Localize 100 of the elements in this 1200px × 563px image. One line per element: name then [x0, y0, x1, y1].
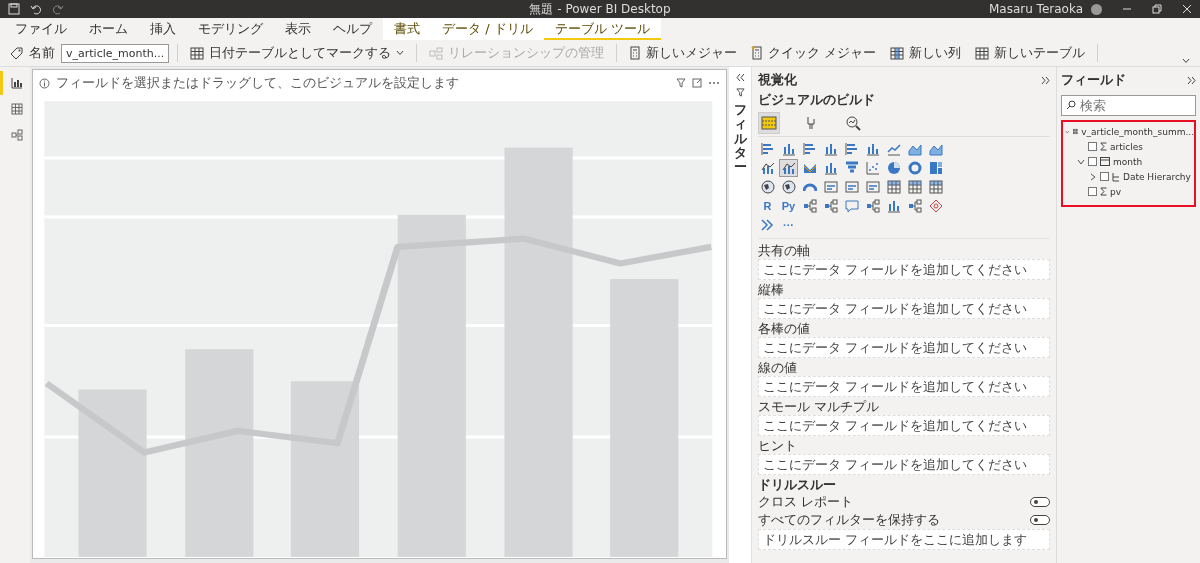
menu-tab[interactable]: ヘルプ — [322, 18, 383, 40]
menu-tab[interactable]: ファイル — [4, 18, 78, 40]
close-icon[interactable] — [1182, 4, 1192, 14]
drop-zone[interactable]: ここにデータ フィールドを追加してください — [758, 298, 1050, 319]
field-well-label: 線の値 — [758, 360, 798, 375]
ribbon-button[interactable]: クイック メジャー — [747, 42, 881, 64]
ribbon-button[interactable]: 日付テーブルとしてマークする — [186, 42, 409, 64]
redo-icon[interactable] — [52, 3, 64, 15]
collapse-ribbon-icon[interactable] — [1182, 58, 1190, 64]
field-name[interactable]: month — [1113, 156, 1143, 167]
grid-icon — [10, 103, 23, 115]
table-icon — [190, 46, 205, 60]
visual-type-button[interactable] — [884, 178, 903, 196]
drop-zone[interactable]: ここにデータ フィールドを追加してください — [758, 337, 1050, 358]
ribbon-button[interactable]: 新しいメジャー — [625, 42, 742, 64]
build-tab[interactable] — [758, 112, 780, 134]
field-name[interactable]: articles — [1110, 141, 1143, 152]
window-title: 無題 - Power BI Desktop — [529, 0, 671, 18]
hierarchy-icon — [1112, 171, 1120, 182]
menu-tab[interactable]: 表示 — [274, 18, 322, 40]
menu-tab[interactable]: モデリング — [187, 18, 274, 40]
search-icon — [1066, 100, 1076, 110]
magnifier-chart-icon — [845, 115, 861, 131]
menu-tab[interactable]: 書式 — [383, 18, 431, 40]
drop-zone[interactable]: ここにデータ フィールドを追加してください — [758, 454, 1050, 475]
drop-zone[interactable]: ここにデータ フィールドを追加してください — [758, 415, 1050, 436]
visual-type-button[interactable]: Py — [779, 197, 798, 215]
calculator-spark-icon — [751, 46, 764, 60]
chevron-icon[interactable] — [1089, 172, 1097, 181]
restore-icon[interactable] — [1152, 4, 1162, 14]
sigma-icon — [1100, 187, 1107, 196]
column-chart-icon — [865, 142, 880, 156]
visual-hint: フィールドを選択またはドラッグして、このビジュアルを設定します — [56, 74, 459, 92]
field-well-label: 共有の軸 — [758, 243, 811, 258]
funnel-chart-icon — [844, 161, 859, 175]
more-options-icon[interactable] — [708, 81, 720, 85]
ribbon-chart-icon — [802, 161, 817, 175]
toggle-switch[interactable] — [1030, 515, 1050, 525]
drop-zone[interactable]: ドリルスルー フィールドをここに追加します — [758, 529, 1050, 550]
field-name[interactable]: v_article_month_summ... — [1081, 126, 1194, 137]
field-name[interactable]: Date Hierarchy — [1123, 171, 1191, 182]
drop-zone[interactable]: ここにデータ フィールドを追加してください — [758, 259, 1050, 280]
visual-type-button[interactable] — [905, 178, 924, 196]
line-chart-icon — [886, 142, 901, 156]
visual-type-button[interactable]: R — [758, 197, 777, 215]
toggle-switch[interactable] — [1030, 497, 1050, 507]
field-name[interactable]: pv — [1110, 186, 1122, 197]
fields-well-icon — [761, 115, 777, 131]
speech-bubble-icon — [844, 199, 859, 213]
bar-chart-icon — [802, 142, 817, 156]
bar-chart-icon — [10, 77, 23, 89]
combo-chart-icon — [760, 161, 775, 175]
checkbox[interactable] — [1088, 157, 1097, 166]
ribbon-button[interactable]: 新しいテーブル — [971, 42, 1090, 64]
tag-icon — [10, 46, 23, 60]
search-field[interactable]: 検索 — [1061, 95, 1196, 116]
card-icon — [823, 180, 838, 194]
field-well-label: 各棒の値 — [758, 321, 811, 336]
diagram-icon — [823, 199, 838, 213]
avatar[interactable] — [1091, 3, 1102, 15]
relationship-icon — [429, 46, 444, 60]
column-chart-icon — [781, 142, 796, 156]
focus-mode-icon[interactable] — [692, 78, 702, 88]
expand-left-icon[interactable] — [735, 73, 745, 82]
visual-type-button[interactable] — [926, 178, 945, 196]
combo-chart-icon — [781, 161, 796, 175]
drop-zone[interactable]: ここにデータ フィールドを追加してください — [758, 376, 1050, 397]
visual-type-button[interactable] — [779, 159, 798, 177]
chevron-icon[interactable] — [1077, 157, 1085, 166]
pie-chart-icon — [886, 161, 901, 175]
calculator-icon — [629, 46, 642, 60]
filters-pane-tab[interactable]: フィルター — [729, 67, 752, 563]
user-name: Masaru Teraoka — [988, 2, 1083, 16]
ribbon-button[interactable]: 新しい列 — [886, 42, 966, 64]
menu-tab[interactable]: テーブル ツール — [543, 18, 661, 40]
menu-tab[interactable]: ホーム — [78, 18, 139, 40]
checkbox[interactable] — [1088, 142, 1097, 151]
pane-title: 視覚化 — [758, 71, 797, 89]
collapse-right-icon[interactable] — [1187, 75, 1196, 85]
menu-tab[interactable]: データ / ドリル — [431, 18, 544, 40]
visual-type-button[interactable] — [779, 178, 798, 196]
pane-title: フィールド — [1061, 71, 1126, 89]
field-well-label: スモール マルチプル — [758, 399, 881, 414]
double-chevron-icon — [760, 218, 775, 232]
area-chart-icon — [928, 142, 943, 156]
checkbox[interactable] — [1088, 187, 1097, 196]
visual-placeholder[interactable]: フィールドを選択またはドラッグして、このビジュアルを設定します — [32, 69, 727, 559]
visual-type-button[interactable]: ··· — [779, 216, 798, 234]
diagram-icon — [907, 199, 922, 213]
undo-icon[interactable] — [30, 3, 42, 15]
collapse-right-icon[interactable] — [1041, 75, 1050, 85]
toggle-label: すべてのフィルターを保持する — [758, 511, 940, 529]
filter-icon[interactable] — [676, 78, 686, 88]
checkbox[interactable] — [1100, 172, 1109, 181]
globe-icon — [781, 180, 796, 194]
save-icon[interactable] — [8, 3, 20, 15]
visual-type-button[interactable] — [758, 178, 777, 196]
menu-tab[interactable]: 挿入 — [139, 18, 187, 40]
name-field[interactable]: v_article_month... — [61, 43, 170, 63]
toggle-label: クロス レポート — [758, 493, 854, 511]
